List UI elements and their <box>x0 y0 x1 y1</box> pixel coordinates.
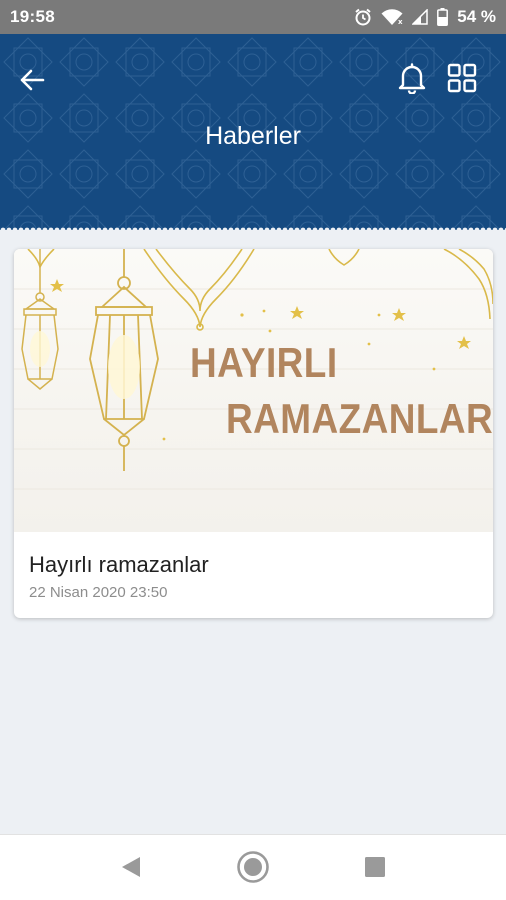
nav-home-button[interactable] <box>233 849 273 889</box>
back-arrow-icon <box>19 68 45 97</box>
page-title: Haberler <box>205 122 301 150</box>
battery-icon <box>437 8 449 26</box>
banner-headline-line1: HAYIRLI <box>190 339 338 386</box>
banner-headline-line2: RAMAZANLAR <box>226 395 493 442</box>
grid-icon <box>447 63 477 98</box>
news-title: Hayırlı ramazanlar <box>29 552 209 577</box>
app-header: Haberler <box>0 34 506 230</box>
news-card[interactable]: HAYIRLI RAMAZANLAR Hayırlı ramazanlar 22… <box>14 249 493 618</box>
battery-percent: 54 % <box>457 7 496 26</box>
signal-icon <box>412 9 428 25</box>
status-time: 19:58 <box>10 7 55 26</box>
news-date: 22 Nisan 2020 23:50 <box>29 584 168 601</box>
back-triangle-icon <box>120 855 142 884</box>
status-icons: x 54 % <box>354 7 496 27</box>
bell-icon <box>397 62 427 99</box>
recents-square-icon <box>364 856 386 883</box>
grid-menu-button[interactable] <box>444 62 480 98</box>
nav-recents-button[interactable] <box>355 849 395 889</box>
home-circle-icon <box>236 850 270 889</box>
back-button[interactable] <box>14 64 50 100</box>
ramadan-lantern-illustration <box>14 249 493 490</box>
alarm-icon <box>354 8 372 26</box>
header-scallop-edge <box>0 224 506 230</box>
notifications-button[interactable] <box>394 62 430 98</box>
svg-text:x: x <box>398 18 403 26</box>
nav-back-button[interactable] <box>111 849 151 889</box>
status-bar: 19:58 x 54 % <box>0 0 506 34</box>
news-banner-image: HAYIRLI RAMAZANLAR <box>14 249 493 532</box>
wifi-icon: x <box>381 8 403 26</box>
system-nav-bar <box>0 834 506 900</box>
